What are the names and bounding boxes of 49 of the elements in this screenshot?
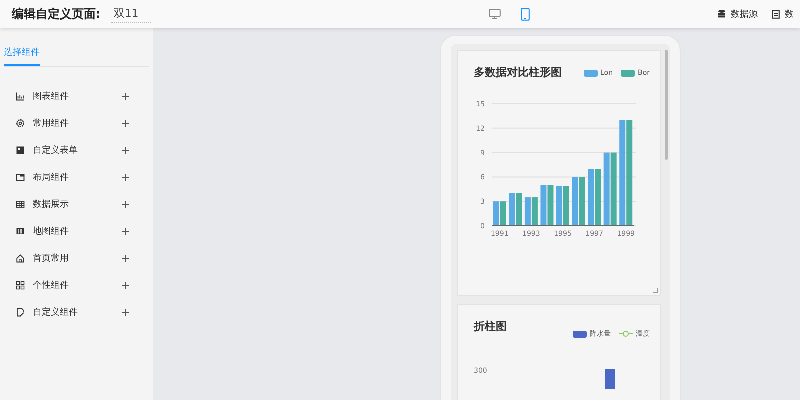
- category-label: 首页常用: [33, 252, 69, 265]
- component-category[interactable]: 数据展示: [0, 191, 153, 218]
- plus-icon[interactable]: [122, 282, 129, 289]
- mobile-view-button[interactable]: [520, 8, 530, 20]
- category-label: 自定义表单: [33, 144, 78, 157]
- plus-icon[interactable]: [122, 201, 129, 208]
- component-category[interactable]: 个性组件: [0, 272, 153, 299]
- category-label: 数据展示: [33, 198, 69, 211]
- chart-bar: [605, 369, 615, 390]
- category-label: 图表组件: [33, 90, 69, 103]
- plus-icon[interactable]: [122, 309, 129, 316]
- category-label: 布局组件: [33, 172, 69, 184]
- resize-grip-icon[interactable]: [653, 288, 658, 294]
- component-category[interactable]: 地图组件: [0, 218, 153, 245]
- document-icon: [772, 10, 780, 18]
- component-category[interactable]: 自定义表单: [0, 137, 153, 164]
- page-title: 编辑自定义页面:: [12, 6, 101, 22]
- category-icon: [16, 92, 25, 101]
- component-category[interactable]: 首页常用: [0, 245, 153, 272]
- category-icon: [16, 200, 25, 209]
- database-icon: [718, 10, 726, 18]
- plus-icon[interactable]: [122, 255, 129, 262]
- scrollbar[interactable]: [665, 50, 668, 160]
- chart-title: 多数据对比柱形图: [474, 65, 562, 80]
- category-label: 常用组件: [33, 118, 69, 130]
- component-category[interactable]: 常用组件: [0, 110, 153, 137]
- category-label: 地图组件: [33, 226, 69, 238]
- category-icon: [16, 119, 25, 128]
- toolbar-link[interactable]: 数据源: [718, 8, 758, 20]
- category-label: 自定义组件: [33, 306, 78, 319]
- component-category[interactable]: 图表组件: [0, 83, 153, 110]
- chart-title: 折柱图: [474, 319, 507, 334]
- plus-icon[interactable]: [122, 147, 129, 154]
- page-name-field[interactable]: 双11: [110, 5, 151, 23]
- component-category[interactable]: 布局组件: [0, 164, 153, 191]
- plus-icon[interactable]: [122, 174, 129, 181]
- category-icon: [16, 281, 25, 290]
- plus-icon[interactable]: [122, 228, 129, 235]
- toolbar-link[interactable]: 数: [772, 8, 794, 20]
- component-category[interactable]: 自定义组件: [0, 299, 153, 326]
- category-icon: [16, 254, 25, 263]
- plus-icon[interactable]: [122, 120, 129, 127]
- category-icon: [16, 146, 25, 155]
- plus-icon[interactable]: [122, 93, 129, 100]
- category-icon: [16, 308, 25, 317]
- desktop-view-button[interactable]: [488, 8, 501, 20]
- category-label: 个性组件: [33, 280, 69, 292]
- category-icon: [16, 173, 25, 182]
- category-icon: [16, 227, 25, 236]
